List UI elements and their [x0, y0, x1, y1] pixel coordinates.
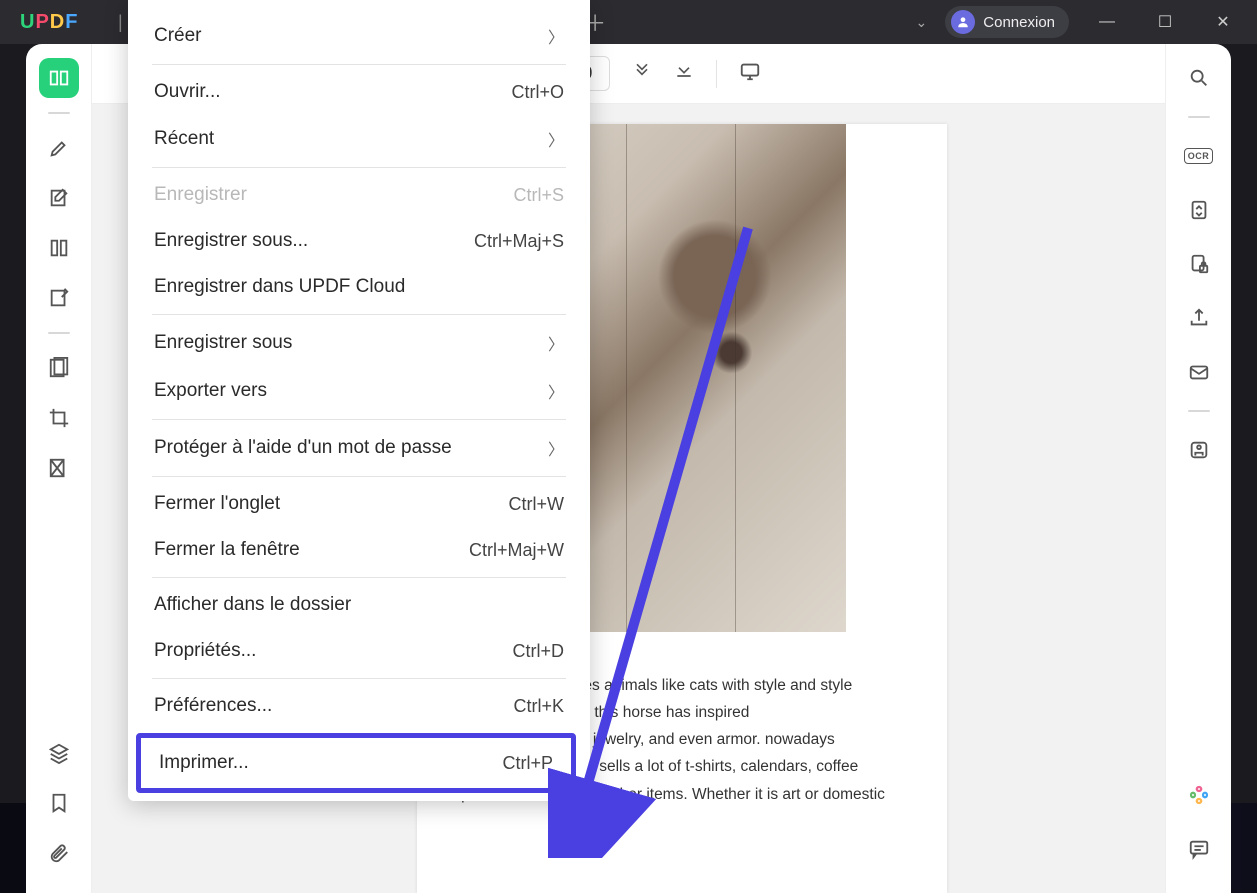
menu-label: Exporter vers — [154, 380, 267, 402]
chevron-right-icon: 〉 — [548, 379, 564, 403]
menu-create[interactable]: Créer 〉 — [128, 12, 590, 60]
lock-file-icon[interactable] — [1179, 244, 1219, 284]
attachment-icon[interactable] — [39, 833, 79, 873]
highlight-tool-icon[interactable] — [39, 128, 79, 168]
menu-open[interactable]: Ouvrir... Ctrl+O — [128, 69, 590, 115]
chevron-right-icon: 〉 — [548, 331, 564, 355]
menu-separator — [152, 577, 566, 578]
menu-label: Préférences... — [154, 695, 272, 717]
rail-separator — [1188, 116, 1210, 118]
menu-label: Fermer la fenêtre — [154, 539, 300, 561]
menu-protect[interactable]: Protéger à l'aide d'un mot de passe 〉 — [128, 424, 590, 472]
menu-label: Enregistrer — [154, 184, 247, 206]
minimize-icon[interactable]: — — [1087, 13, 1127, 31]
menu-shortcut: Ctrl+D — [512, 641, 564, 662]
menu-save-as[interactable]: Enregistrer sous... Ctrl+Maj+S — [128, 218, 590, 264]
toolbar-separator — [716, 60, 717, 88]
reader-mode-icon[interactable] — [39, 58, 79, 98]
crop-tool-icon[interactable] — [39, 398, 79, 438]
menu-shortcut: Ctrl+O — [511, 82, 564, 103]
menu-shortcut: Ctrl+P — [502, 753, 553, 774]
chevron-right-icon: 〉 — [548, 24, 564, 48]
menu-separator — [152, 167, 566, 168]
chevron-right-icon: 〉 — [548, 436, 564, 460]
menu-close-window[interactable]: Fermer la fenêtre Ctrl+Maj+W — [128, 527, 590, 573]
menu-properties[interactable]: Propriétés... Ctrl+D — [128, 628, 590, 674]
maximize-icon[interactable]: ☐ — [1145, 12, 1185, 32]
last-page-icon[interactable] — [674, 61, 694, 86]
ocr-label: OCR — [1184, 148, 1214, 164]
rail-separator — [48, 332, 70, 334]
file-menu: Créer 〉 Ouvrir... Ctrl+O Récent 〉 Enregi… — [128, 0, 590, 801]
organize-tool-icon[interactable] — [39, 348, 79, 388]
ai-flower-icon[interactable] — [1179, 775, 1219, 815]
menu-label: Enregistrer sous... — [154, 230, 308, 252]
comment-icon[interactable] — [1179, 829, 1219, 869]
next-page-icon[interactable] — [632, 61, 652, 86]
menu-label: Imprimer... — [159, 752, 249, 774]
menu-label: Récent — [154, 128, 214, 150]
avatar-icon — [951, 10, 975, 34]
menu-label: Protéger à l'aide d'un mot de passe — [154, 437, 452, 459]
pages-tool-icon[interactable] — [39, 228, 79, 268]
menu-close-tab[interactable]: Fermer l'onglet Ctrl+W — [128, 481, 590, 527]
menu-label: Enregistrer dans UPDF Cloud — [154, 276, 405, 298]
chevron-right-icon: 〉 — [548, 127, 564, 151]
menu-preferences[interactable]: Préférences... Ctrl+K — [128, 683, 590, 729]
menu-print[interactable]: Imprimer... Ctrl+P — [136, 733, 576, 793]
login-label: Connexion — [983, 14, 1055, 31]
menu-shortcut: Ctrl+Maj+W — [469, 540, 564, 561]
menu-label: Fermer l'onglet — [154, 493, 280, 515]
menu-shortcut: Ctrl+W — [509, 494, 565, 515]
rail-separator — [48, 112, 70, 114]
menu-shortcut: Ctrl+Maj+S — [474, 231, 564, 252]
search-icon[interactable] — [1179, 58, 1219, 98]
presentation-icon[interactable] — [739, 60, 761, 87]
email-icon[interactable] — [1179, 352, 1219, 392]
menu-shortcut: Ctrl+K — [513, 696, 564, 717]
close-window-icon[interactable]: ✕ — [1203, 12, 1243, 32]
menu-label: Ouvrir... — [154, 81, 221, 103]
menu-label: Enregistrer sous — [154, 332, 292, 354]
menu-save-as-sub[interactable]: Enregistrer sous 〉 — [128, 319, 590, 367]
menu-label: Créer — [154, 25, 202, 47]
redact-tool-icon[interactable] — [39, 448, 79, 488]
layers-icon[interactable] — [39, 733, 79, 773]
menu-separator — [152, 678, 566, 679]
edit-tool-icon[interactable] — [39, 178, 79, 218]
login-button[interactable]: Connexion — [945, 6, 1069, 38]
menu-shortcut: Ctrl+S — [513, 185, 564, 206]
menu-label: Propriétés... — [154, 640, 256, 662]
fill-sign-icon[interactable] — [39, 278, 79, 318]
left-rail — [26, 44, 92, 893]
tab-overflow-icon[interactable]: ⌄ — [916, 14, 928, 31]
bookmark-icon[interactable] — [39, 783, 79, 823]
menu-separator — [152, 476, 566, 477]
menu-separator — [152, 314, 566, 315]
menu-label: Afficher dans le dossier — [154, 594, 351, 616]
menu-separator — [152, 419, 566, 420]
menu-save: Enregistrer Ctrl+S — [128, 172, 590, 218]
menu-show-folder[interactable]: Afficher dans le dossier — [128, 582, 590, 628]
menu-export[interactable]: Exporter vers 〉 — [128, 367, 590, 415]
menu-save-cloud[interactable]: Enregistrer dans UPDF Cloud — [128, 264, 590, 310]
save-cloud-icon[interactable] — [1179, 430, 1219, 470]
ocr-icon[interactable]: OCR — [1179, 136, 1219, 176]
share-icon[interactable] — [1179, 298, 1219, 338]
convert-icon[interactable] — [1179, 190, 1219, 230]
menu-separator — [152, 64, 566, 65]
menu-recent[interactable]: Récent 〉 — [128, 115, 590, 163]
rail-separator — [1188, 410, 1210, 412]
right-rail: OCR — [1165, 44, 1231, 893]
app-logo: UPDF — [0, 11, 110, 34]
